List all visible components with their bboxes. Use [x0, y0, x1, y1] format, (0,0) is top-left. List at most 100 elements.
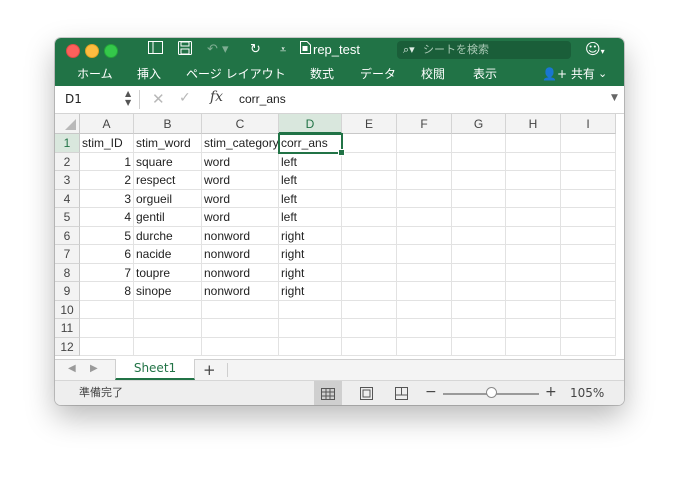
- column-header-a[interactable]: A: [80, 114, 134, 134]
- cell-c7[interactable]: nonword: [202, 245, 279, 264]
- cell-a7[interactable]: 6: [80, 245, 134, 264]
- row-header-2[interactable]: 2: [55, 152, 80, 171]
- tab-data[interactable]: データ: [360, 62, 396, 86]
- cell-b10[interactable]: [134, 300, 202, 319]
- cell-d1[interactable]: corr_ans: [279, 134, 342, 153]
- cell-a8[interactable]: 7: [80, 263, 134, 282]
- previous-sheet-arrow-icon[interactable]: ◀: [68, 363, 76, 374]
- cell-e7[interactable]: [342, 245, 397, 264]
- name-box-stepper-icon[interactable]: ▲ ▼: [125, 89, 131, 107]
- row-header-6[interactable]: 6: [55, 226, 80, 245]
- cell-e4[interactable]: [342, 189, 397, 208]
- confirm-edit-icon[interactable]: ✓: [179, 90, 191, 106]
- cell-d11[interactable]: [279, 319, 342, 338]
- close-window-button[interactable]: [66, 44, 80, 58]
- undo-icon[interactable]: ↶ ▾: [207, 41, 229, 59]
- share-button[interactable]: 👤+ 共有: [542, 62, 595, 86]
- cell-a11[interactable]: [80, 319, 134, 338]
- cell-h8[interactable]: [506, 263, 561, 282]
- column-header-h[interactable]: H: [506, 114, 561, 134]
- row-header-5[interactable]: 5: [55, 208, 80, 227]
- cell-i8[interactable]: [561, 263, 616, 282]
- cell-c12[interactable]: [202, 337, 279, 356]
- column-header-e[interactable]: E: [342, 114, 397, 134]
- cell-i2[interactable]: [561, 152, 616, 171]
- cell-d6[interactable]: right: [279, 226, 342, 245]
- cell-g1[interactable]: [452, 134, 506, 153]
- collapse-ribbon-chevron-icon[interactable]: ⌄: [598, 62, 607, 86]
- cell-c9[interactable]: nonword: [202, 282, 279, 301]
- cell-f6[interactable]: [397, 226, 452, 245]
- name-box[interactable]: D1: [65, 91, 82, 107]
- cell-i9[interactable]: [561, 282, 616, 301]
- cell-b4[interactable]: orgueil: [134, 189, 202, 208]
- column-header-f[interactable]: F: [397, 114, 452, 134]
- cell-g6[interactable]: [452, 226, 506, 245]
- cell-d3[interactable]: left: [279, 171, 342, 190]
- cell-f7[interactable]: [397, 245, 452, 264]
- cell-h11[interactable]: [506, 319, 561, 338]
- redo-icon[interactable]: ↻: [250, 41, 261, 59]
- cell-b5[interactable]: gentil: [134, 208, 202, 227]
- cell-f11[interactable]: [397, 319, 452, 338]
- cell-d4[interactable]: left: [279, 189, 342, 208]
- column-header-c[interactable]: C: [202, 114, 279, 134]
- cell-f2[interactable]: [397, 152, 452, 171]
- save-icon[interactable]: [178, 41, 192, 61]
- cell-i10[interactable]: [561, 300, 616, 319]
- cell-h10[interactable]: [506, 300, 561, 319]
- column-header-b[interactable]: B: [134, 114, 202, 134]
- cell-h6[interactable]: [506, 226, 561, 245]
- cell-g7[interactable]: [452, 245, 506, 264]
- normal-view-icon[interactable]: [314, 381, 342, 405]
- page-layout-view-icon[interactable]: [352, 381, 380, 405]
- cell-d8[interactable]: right: [279, 263, 342, 282]
- cell-d5[interactable]: left: [279, 208, 342, 227]
- cell-e9[interactable]: [342, 282, 397, 301]
- cell-f8[interactable]: [397, 263, 452, 282]
- insert-function-button[interactable]: fx: [210, 89, 223, 105]
- row-header-1[interactable]: 1: [55, 134, 80, 153]
- cell-h7[interactable]: [506, 245, 561, 264]
- cell-h9[interactable]: [506, 282, 561, 301]
- row-header-8[interactable]: 8: [55, 263, 80, 282]
- zoom-out-button[interactable]: −: [425, 381, 437, 404]
- feedback-smiley-icon[interactable]: ☺▾: [585, 40, 605, 61]
- cell-c6[interactable]: nonword: [202, 226, 279, 245]
- cell-g12[interactable]: [452, 337, 506, 356]
- cell-d7[interactable]: right: [279, 245, 342, 264]
- cell-a2[interactable]: 1: [80, 152, 134, 171]
- cell-g3[interactable]: [452, 171, 506, 190]
- cell-g8[interactable]: [452, 263, 506, 282]
- cell-b3[interactable]: respect: [134, 171, 202, 190]
- cell-i5[interactable]: [561, 208, 616, 227]
- column-header-g[interactable]: G: [452, 114, 506, 134]
- row-header-11[interactable]: 11: [55, 319, 80, 338]
- cell-i3[interactable]: [561, 171, 616, 190]
- row-header-12[interactable]: 12: [55, 337, 80, 356]
- cell-d10[interactable]: [279, 300, 342, 319]
- cell-c8[interactable]: nonword: [202, 263, 279, 282]
- row-header-9[interactable]: 9: [55, 282, 80, 301]
- zoom-in-button[interactable]: +: [545, 381, 557, 404]
- cell-b1[interactable]: stim_word: [134, 134, 202, 153]
- customize-icon[interactable]: ⩡: [280, 41, 286, 59]
- column-header-i[interactable]: I: [561, 114, 616, 134]
- cell-e1[interactable]: [342, 134, 397, 153]
- cell-b11[interactable]: [134, 319, 202, 338]
- tab-page-layout[interactable]: ページ レイアウト: [186, 62, 286, 86]
- cell-g10[interactable]: [452, 300, 506, 319]
- column-header-d[interactable]: D: [279, 114, 342, 134]
- row-header-3[interactable]: 3: [55, 171, 80, 190]
- cell-b2[interactable]: square: [134, 152, 202, 171]
- cell-e3[interactable]: [342, 171, 397, 190]
- cell-a3[interactable]: 2: [80, 171, 134, 190]
- sidebar-icon[interactable]: [148, 41, 163, 60]
- row-header-7[interactable]: 7: [55, 245, 80, 264]
- tab-formulas[interactable]: 数式: [310, 62, 334, 86]
- cell-c4[interactable]: word: [202, 189, 279, 208]
- cell-h5[interactable]: [506, 208, 561, 227]
- cell-h3[interactable]: [506, 171, 561, 190]
- cell-g4[interactable]: [452, 189, 506, 208]
- row-header-10[interactable]: 10: [55, 300, 80, 319]
